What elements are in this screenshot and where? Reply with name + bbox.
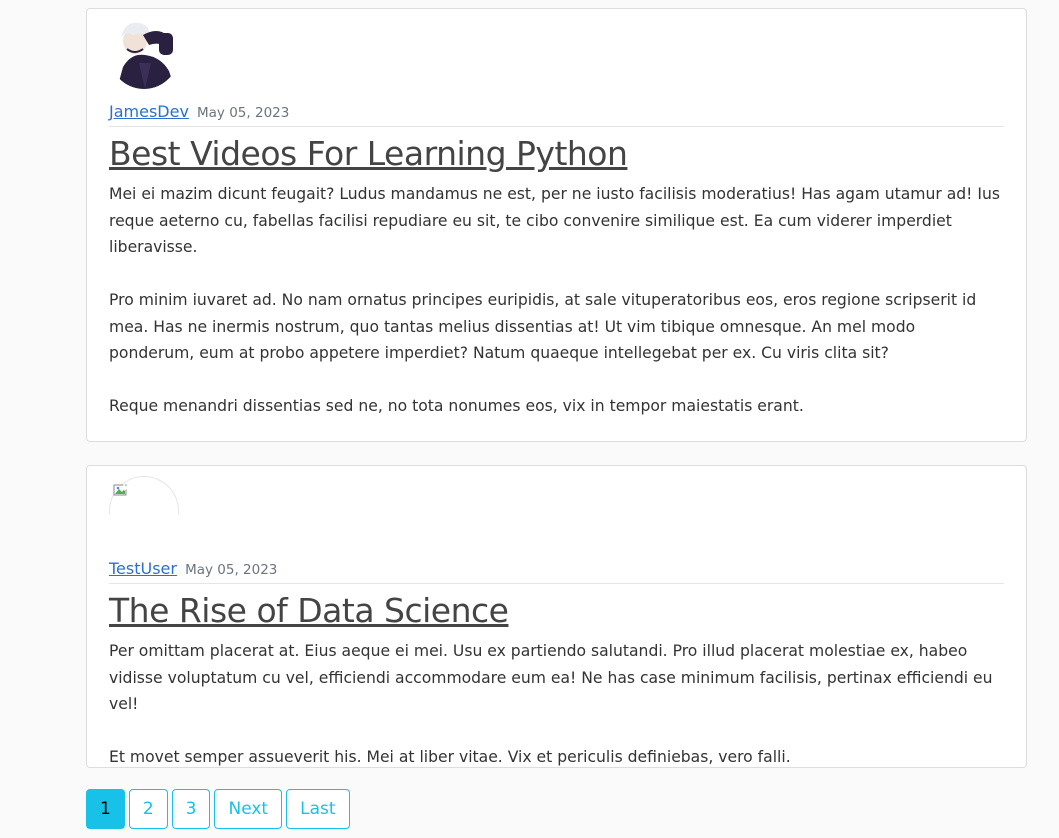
last-page-button[interactable]: Last (286, 789, 350, 829)
author-link[interactable]: JamesDev (109, 102, 189, 121)
pagination: 1 2 3 Next Last (86, 789, 350, 829)
next-page-button[interactable]: Next (214, 789, 283, 829)
page-button-2[interactable]: 2 (128, 789, 168, 829)
author-link[interactable]: TestUser (109, 559, 177, 578)
post-body: Mei ei mazim dicunt feugait? Ludus manda… (109, 185, 1000, 415)
post-body: Per omittam placerat at. Eius aeque ei m… (109, 642, 993, 766)
post-card: JamesDev May 05, 2023 Best Videos For Le… (86, 8, 1027, 442)
page-button-3[interactable]: 3 (171, 789, 211, 829)
post-meta: TestUser May 05, 2023 (109, 560, 1004, 584)
post-list: JamesDev May 05, 2023 Best Videos For Le… (86, 8, 1027, 768)
page-button-1[interactable]: 1 (86, 789, 125, 829)
author-avatar[interactable] (109, 476, 179, 546)
post-date: May 05, 2023 (197, 105, 290, 121)
post-title-link[interactable]: Best Videos For Learning Python (109, 133, 1004, 175)
post-title-link[interactable]: The Rise of Data Science (109, 590, 1004, 632)
avatar-image (109, 19, 179, 89)
post-date: May 05, 2023 (185, 562, 278, 578)
post-card: TestUser May 05, 2023 The Rise of Data S… (86, 465, 1027, 768)
author-avatar[interactable] (109, 19, 179, 89)
broken-image-icon (113, 483, 128, 496)
post-meta: JamesDev May 05, 2023 (109, 103, 1004, 127)
